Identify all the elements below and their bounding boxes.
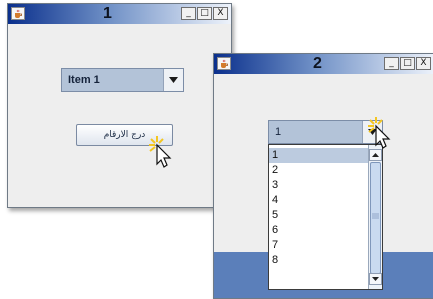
window-1-combo-box[interactable]: Item 1: [61, 68, 184, 92]
window-2-combo-box[interactable]: 1: [268, 120, 383, 144]
window-2-title: 2: [313, 55, 322, 72]
dropdown-list-items: 12345678: [269, 145, 382, 268]
scroll-up-icon[interactable]: [369, 149, 382, 161]
window-2-titlebar[interactable]: 2 _ □ X: [214, 54, 433, 74]
dropdown-arrow-icon[interactable]: [163, 69, 183, 91]
window-1-titlebar[interactable]: 1 _ □ X: [8, 4, 231, 24]
window-1: 1 _ □ X Item 1 درج الارقام: [7, 3, 232, 208]
scroll-down-icon[interactable]: [369, 273, 382, 285]
dropdown-list-popup[interactable]: 12345678: [268, 144, 383, 290]
maximize-icon[interactable]: □: [197, 7, 212, 20]
dropdown-list-item[interactable]: 3: [269, 178, 382, 193]
minimize-icon[interactable]: _: [181, 7, 196, 20]
dropdown-arrow-icon[interactable]: [362, 121, 382, 143]
maximize-icon[interactable]: □: [400, 57, 415, 70]
close-icon[interactable]: X: [213, 7, 228, 20]
window-2: 2 _ □ X 1 12345678: [213, 53, 433, 299]
combo-selected-value: 1: [269, 121, 362, 143]
dropdown-list-item[interactable]: 1: [269, 148, 382, 163]
window-1-title: 1: [103, 5, 112, 22]
insert-numbers-button[interactable]: درج الارقام: [76, 124, 173, 146]
dropdown-list-item[interactable]: 8: [269, 253, 382, 268]
combo-selected-value: Item 1: [62, 69, 163, 91]
dropdown-scrollbar[interactable]: [368, 145, 382, 289]
minimize-icon[interactable]: _: [384, 57, 399, 70]
dropdown-list-item[interactable]: 5: [269, 208, 382, 223]
close-icon[interactable]: X: [416, 57, 431, 70]
scrollbar-thumb[interactable]: [370, 162, 381, 274]
dropdown-list-item[interactable]: 6: [269, 223, 382, 238]
java-cup-icon: [217, 57, 231, 70]
dropdown-list-item[interactable]: 4: [269, 193, 382, 208]
dropdown-list-item[interactable]: 7: [269, 238, 382, 253]
java-cup-icon: [11, 7, 25, 20]
dropdown-list-item[interactable]: 2: [269, 163, 382, 178]
